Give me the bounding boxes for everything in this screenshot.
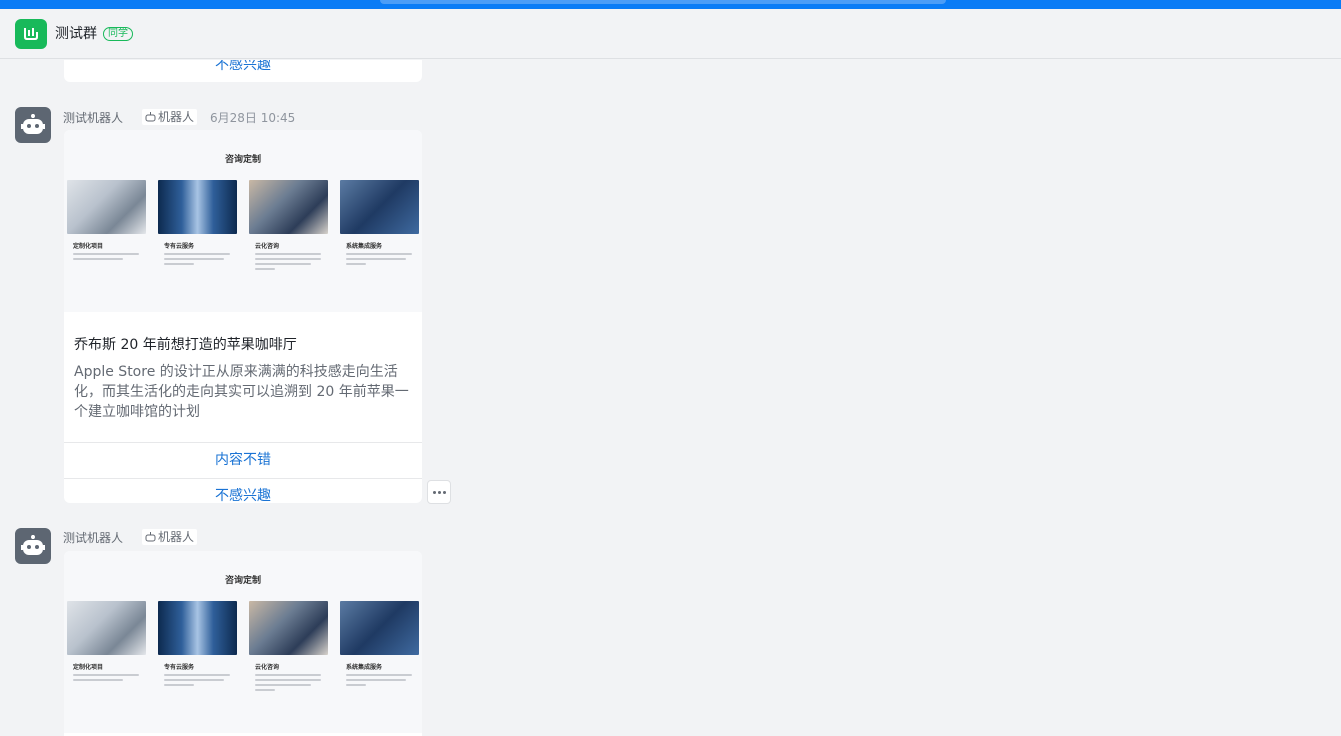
preview-thumb-3	[249, 601, 328, 655]
preview-item-label: 系统集成服务	[346, 664, 383, 671]
not-interested-button[interactable]: 不感兴趣	[64, 478, 422, 503]
group-logo-icon	[24, 28, 38, 40]
message-card-partial: 不感兴趣	[64, 60, 422, 82]
preview-item-label: 云化咨询	[255, 243, 280, 250]
like-content-button[interactable]: 内容不错	[64, 442, 422, 478]
article-description: Apple Store 的设计正从原来满满的科技感走向生活化，而其生活化的走向其…	[74, 364, 409, 420]
article-card[interactable]: 咨询定制 定制化项目 专有云服务 云化咨询 系统集成服务 乔布斯 20 年前想打…	[64, 130, 422, 503]
bot-badge-label: 机器人	[158, 530, 195, 544]
preview-thumb-3	[249, 180, 328, 234]
article-card[interactable]: 咨询定制 定制化项目 专有云服务 云化咨询 系统集成服务	[64, 551, 422, 736]
preview-thumb-2	[158, 180, 237, 234]
article-title[interactable]: 乔布斯 20 年前想打造的苹果咖啡厅	[64, 312, 422, 354]
bot-badge-label: 机器人	[158, 110, 195, 124]
preview-thumb-4	[340, 601, 419, 655]
preview-item-label: 专有云服务	[164, 664, 195, 671]
robot-small-icon	[145, 112, 156, 122]
preview-item-label: 专有云服务	[164, 243, 195, 250]
chat-header: 测试群 同学	[0, 9, 1341, 59]
robot-small-icon	[145, 532, 156, 542]
search-strip[interactable]	[380, 0, 946, 4]
preview-thumb-1	[67, 601, 146, 655]
sender-name[interactable]: 测试机器人	[63, 531, 123, 545]
window-top-bar	[0, 0, 1341, 9]
more-dot-icon	[432, 490, 436, 494]
bot-avatar[interactable]	[15, 528, 51, 564]
not-interested-button[interactable]: 不感兴趣	[64, 60, 422, 82]
bot-badge: 机器人	[142, 109, 198, 125]
bot-badge: 机器人	[142, 529, 198, 545]
more-dot-icon	[442, 490, 446, 494]
group-avatar[interactable]	[15, 19, 47, 49]
bot-avatar[interactable]	[15, 107, 51, 143]
preview-item-label: 系统集成服务	[346, 243, 383, 250]
preview-item-label: 云化咨询	[255, 664, 280, 671]
preview-thumb-2	[158, 601, 237, 655]
preview-title: 咨询定制	[224, 155, 261, 165]
sender-name[interactable]: 测试机器人	[63, 111, 123, 125]
preview-title: 咨询定制	[224, 576, 261, 586]
article-preview-image: 咨询定制 定制化项目 专有云服务 云化咨询 系统集成服务	[64, 551, 422, 733]
robot-icon	[21, 535, 45, 555]
message-timestamp: 6月28日 10:45	[210, 111, 296, 125]
robot-icon	[21, 114, 45, 134]
group-title[interactable]: 测试群	[55, 26, 97, 42]
preview-item-label: 定制化项目	[73, 243, 104, 250]
preview-item-label: 定制化项目	[73, 664, 104, 671]
more-dot-icon	[437, 490, 441, 494]
preview-thumb-4	[340, 180, 419, 234]
message-list[interactable]: 不感兴趣 测试机器人 机器人 6月28日 10:45 咨询定制 定制化项目 专有…	[0, 60, 1341, 736]
preview-thumb-1	[67, 180, 146, 234]
group-tag-badge: 同学	[103, 27, 133, 41]
more-options-button[interactable]	[427, 480, 451, 504]
article-preview-image: 咨询定制 定制化项目 专有云服务 云化咨询 系统集成服务	[64, 130, 422, 312]
